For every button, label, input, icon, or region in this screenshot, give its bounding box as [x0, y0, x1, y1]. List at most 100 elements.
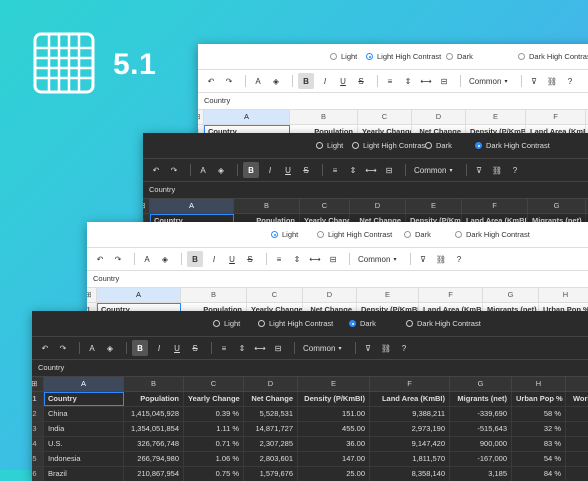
number-format-select[interactable]: Common [466, 73, 512, 89]
column-header[interactable]: A [44, 377, 124, 391]
radio-icon[interactable] [446, 53, 453, 60]
table-cell[interactable]: Indonesia [44, 452, 124, 466]
strikethrough-button[interactable]: S [299, 162, 313, 178]
table-cell[interactable]: 1,579,676 [244, 467, 298, 481]
undo-icon[interactable]: ↶ [38, 340, 52, 356]
help-icon[interactable]: ? [508, 162, 522, 178]
italic-button[interactable]: I [263, 162, 277, 178]
theme-option-dark[interactable]: Dark [349, 311, 376, 336]
theme-option-dark-high-contrast[interactable]: Dark High Contrast [455, 222, 530, 247]
strikethrough-button[interactable]: S [188, 340, 202, 356]
table-cell[interactable]: 84 % [512, 467, 566, 481]
column-header[interactable]: B [290, 110, 358, 124]
undo-icon[interactable]: ↶ [149, 162, 163, 178]
theme-option-dark[interactable]: Dark [446, 44, 473, 69]
radio-icon[interactable] [518, 53, 525, 60]
fill-color-icon[interactable]: ◈ [158, 251, 172, 267]
theme-option-dark-high-contrast[interactable]: Dark High Contrast [406, 311, 481, 336]
redo-icon[interactable]: ↷ [222, 73, 236, 89]
radio-icon[interactable] [271, 231, 278, 238]
table-cell[interactable]: Population [124, 392, 184, 406]
table-cell[interactable]: China [44, 407, 124, 421]
table-cell[interactable]: 25.00 [298, 467, 370, 481]
table-cell[interactable]: Land Area (KmBI) [370, 392, 450, 406]
bold-button[interactable]: B [132, 340, 148, 356]
table-cell[interactable]: Migrants (net) [450, 392, 512, 406]
column-header[interactable]: G [450, 377, 512, 391]
table-cell[interactable]: 4.28 % [566, 437, 588, 451]
filter-icon[interactable]: ⊽ [472, 162, 486, 178]
row-number[interactable]: 2 [32, 407, 44, 421]
column-header[interactable]: B [234, 199, 300, 213]
bold-button[interactable]: B [243, 162, 259, 178]
theme-option-light-high-contrast[interactable]: Light High Contrast [352, 133, 427, 158]
table-cell[interactable]: 900,000 [450, 437, 512, 451]
table-cell[interactable]: 8,358,140 [370, 467, 450, 481]
column-header[interactable]: B [181, 288, 247, 302]
align-icon[interactable]: ≡ [272, 251, 286, 267]
column-header[interactable]: C [247, 288, 303, 302]
table-cell[interactable]: Brazil [44, 467, 124, 481]
column-header[interactable]: A [97, 288, 181, 302]
radio-icon[interactable] [366, 53, 373, 60]
theme-option-light[interactable]: Light [330, 44, 357, 69]
table-cell[interactable]: -167,000 [450, 452, 512, 466]
align-icon[interactable]: ≡ [328, 162, 342, 178]
table-cell[interactable]: 3.50 % [566, 452, 588, 466]
wrap-text-icon[interactable]: ⟷ [308, 251, 322, 267]
column-header[interactable]: F [526, 110, 586, 124]
row-number[interactable]: 6 [32, 467, 44, 481]
table-cell[interactable]: 1.06 % [184, 452, 244, 466]
column-header[interactable]: F [462, 199, 528, 213]
radio-icon[interactable] [330, 53, 337, 60]
theme-option-dark[interactable]: Dark [404, 222, 431, 247]
table-cell[interactable]: Yearly Change [184, 392, 244, 406]
column-header[interactable]: H [512, 377, 566, 391]
column-header[interactable]: E [466, 110, 526, 124]
column-header[interactable]: C [358, 110, 412, 124]
column-header[interactable]: E [357, 288, 419, 302]
radio-icon[interactable] [349, 320, 356, 327]
help-icon[interactable]: ? [563, 73, 577, 89]
font-color-icon[interactable]: A [251, 73, 265, 89]
radio-icon[interactable] [316, 142, 323, 149]
wrap-text-icon[interactable]: ⟷ [253, 340, 267, 356]
row-number[interactable]: 4 [32, 437, 44, 451]
align-icon[interactable]: ≡ [383, 73, 397, 89]
filter-icon[interactable]: ⊽ [361, 340, 375, 356]
table-cell[interactable]: 1,415,045,928 [124, 407, 184, 421]
column-header[interactable]: H [539, 288, 588, 302]
table-cell[interactable]: 14,871,727 [244, 422, 298, 436]
table-cell[interactable]: 1,811,570 [370, 452, 450, 466]
number-format-select[interactable]: Common [355, 251, 401, 267]
table-cell[interactable]: Net Change [244, 392, 298, 406]
radio-icon[interactable] [455, 231, 462, 238]
wrap-text-icon[interactable]: ⟷ [419, 73, 433, 89]
row-number[interactable]: 3 [32, 422, 44, 436]
table-cell[interactable]: 210,867,954 [124, 467, 184, 481]
column-header[interactable]: G [528, 199, 586, 213]
name-box[interactable]: Country [32, 360, 588, 376]
table-cell[interactable]: 0.71 % [184, 437, 244, 451]
row-number[interactable]: 1 [32, 392, 44, 406]
strikethrough-button[interactable]: S [243, 251, 257, 267]
table-cell[interactable]: 58 % [512, 407, 566, 421]
table-cell[interactable]: Country [44, 392, 124, 406]
link-icon[interactable]: ⛓ [379, 340, 393, 356]
table-cell[interactable]: 0.39 % [184, 407, 244, 421]
number-format-select[interactable]: Common [411, 162, 457, 178]
column-header[interactable]: C [300, 199, 350, 213]
link-icon[interactable]: ⛓ [434, 251, 448, 267]
column-header[interactable]: E [298, 377, 370, 391]
column-header[interactable]: D [350, 199, 406, 213]
column-header[interactable]: I [566, 377, 588, 391]
radio-icon[interactable] [258, 320, 265, 327]
bold-button[interactable]: B [187, 251, 203, 267]
theme-option-dark-high-contrast[interactable]: Dark High Contrast [475, 133, 550, 158]
merge-cells-icon[interactable]: ⊟ [382, 162, 396, 178]
table-cell[interactable]: 9,388,211 [370, 407, 450, 421]
font-color-icon[interactable]: A [196, 162, 210, 178]
help-icon[interactable]: ? [397, 340, 411, 356]
select-all-corner[interactable]: ⊞ [143, 199, 150, 213]
select-all-corner[interactable]: ⊞ [87, 288, 97, 302]
